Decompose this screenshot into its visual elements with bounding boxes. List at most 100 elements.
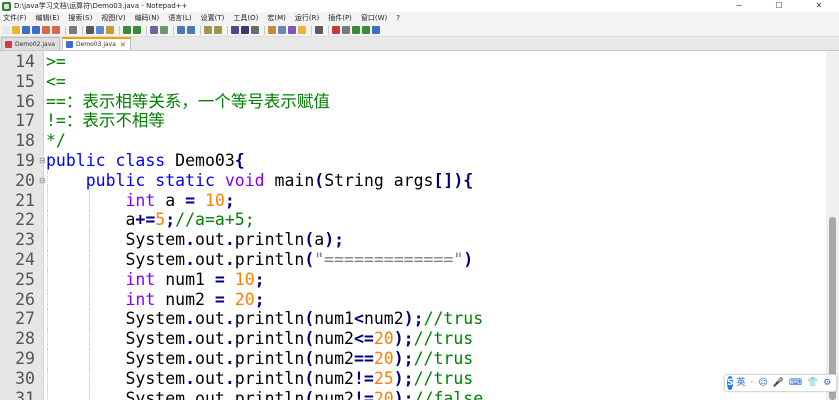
- ime-item-2[interactable]: ☺: [758, 374, 767, 392]
- zoom-in-icon[interactable]: [177, 26, 185, 34]
- new-file-icon[interactable]: [2, 26, 10, 34]
- code-token: //a=a+5;: [175, 210, 255, 230]
- ime-item-5[interactable]: 👕: [807, 374, 818, 392]
- indent-guide: [89, 230, 91, 250]
- close-icon[interactable]: [42, 26, 50, 34]
- code-token: 5: [155, 210, 166, 230]
- run-macro-multiple-icon[interactable]: [362, 26, 370, 34]
- code-token: out: [195, 349, 225, 368]
- code-token: class: [115, 151, 166, 170]
- redo-icon[interactable]: [133, 26, 141, 34]
- minimize-button[interactable]: ─: [719, 0, 759, 12]
- menu-item-10[interactable]: 插件(P): [328, 12, 352, 24]
- code-token: out: [195, 368, 225, 388]
- code-token: System: [46, 368, 186, 388]
- menu-item-0[interactable]: 文件(F): [3, 12, 27, 24]
- toolbar-separator: [146, 25, 147, 35]
- code-token: );: [393, 349, 414, 368]
- fold-marker-icon[interactable]: ⊟: [39, 151, 46, 171]
- menu-item-9[interactable]: 运行(R): [295, 12, 319, 24]
- code-token: ;: [165, 210, 176, 230]
- sogou-ime-logo-icon[interactable]: S: [727, 376, 734, 390]
- copy-icon[interactable]: [96, 26, 104, 34]
- ime-item-0[interactable]: 英: [736, 374, 745, 392]
- code-token: public: [46, 151, 106, 170]
- function-list-icon[interactable]: [288, 26, 296, 34]
- ime-item-4[interactable]: ⌨: [789, 374, 802, 392]
- menu-item-2[interactable]: 搜索(S): [68, 12, 92, 24]
- undo-icon[interactable]: [123, 26, 131, 34]
- fold-marker-icon[interactable]: ⊟: [39, 171, 46, 191]
- menu-item-12[interactable]: ?: [396, 12, 400, 24]
- indent-guide: [89, 289, 91, 310]
- udl-icon[interactable]: [268, 26, 276, 34]
- indent-guide-icon[interactable]: [251, 26, 259, 34]
- close-all-icon[interactable]: [52, 26, 60, 34]
- vertical-scrollbar[interactable]: [826, 51, 839, 400]
- record-macro-icon[interactable]: [332, 26, 340, 34]
- cut-icon[interactable]: [86, 26, 94, 34]
- maximize-button[interactable]: ☐: [759, 0, 799, 12]
- paste-icon[interactable]: [106, 26, 114, 34]
- wrap-icon[interactable]: [231, 26, 239, 34]
- doc-map-icon[interactable]: [278, 26, 286, 34]
- menu-item-6[interactable]: 设置(T): [201, 12, 225, 24]
- menu-item-11[interactable]: 窗口(W): [361, 12, 387, 24]
- play-macro-icon[interactable]: [352, 26, 360, 34]
- sync-h-icon[interactable]: [214, 26, 222, 34]
- indent-guide: [47, 309, 48, 330]
- line-number: 20: [15, 170, 35, 190]
- toolbar-separator: [264, 25, 265, 35]
- tab-close-icon[interactable]: ✕: [120, 41, 126, 49]
- menu-item-5[interactable]: 语言(L): [168, 12, 191, 24]
- ime-item-1[interactable]: ·: [751, 374, 754, 392]
- tab-0[interactable]: Demo02.java: [1, 37, 60, 50]
- code-token: ==: [354, 349, 374, 368]
- close-window-button[interactable]: ✕: [799, 0, 839, 12]
- tab-1[interactable]: Demo03.java ✕: [61, 37, 131, 50]
- save-all-icon[interactable]: [32, 26, 40, 34]
- zoom-out-icon[interactable]: [187, 26, 195, 34]
- code-token: );: [393, 388, 414, 400]
- code-area[interactable]: >= <= ==：表示相等关系，一个等号表示赋值 !=：表示不相等 */public c…: [46, 51, 826, 400]
- open-file-icon[interactable]: [12, 26, 20, 34]
- code-token: (: [304, 388, 315, 400]
- menu-item-7[interactable]: 工具(O): [233, 12, 258, 24]
- menu-item-3[interactable]: 视图(V): [101, 12, 125, 24]
- ime-toolbar[interactable]: S 英 · ☺ 🎤 ⌨ 👕 ⚙: [724, 374, 837, 392]
- code-token: num2: [314, 349, 354, 368]
- indent-guide: [89, 190, 91, 211]
- print-icon[interactable]: [69, 26, 77, 34]
- save-macro-icon[interactable]: [372, 26, 380, 34]
- code-token: );: [324, 230, 345, 250]
- monitor-icon[interactable]: [315, 26, 323, 34]
- menu-item-1[interactable]: 编辑(E): [36, 12, 60, 24]
- stop-record-icon[interactable]: [342, 26, 350, 34]
- line-number: 26: [15, 289, 35, 309]
- line-number: 16: [15, 91, 35, 111]
- scrollbar-thumb[interactable]: [829, 217, 836, 400]
- code-token: println: [234, 230, 305, 250]
- menu-item-8[interactable]: 宏(M): [267, 12, 286, 24]
- code-token: (: [304, 230, 315, 250]
- code-token: //trus: [413, 329, 474, 349]
- code-token: ;: [254, 269, 265, 289]
- code-line: int num1 = 10;: [46, 269, 265, 290]
- code-token: !=：表示不相等: [46, 111, 165, 131]
- indent-guide: [89, 250, 91, 270]
- save-icon[interactable]: [22, 26, 30, 34]
- code-line: public static void main(String args[]){: [46, 171, 473, 191]
- code-token: !=: [354, 388, 374, 400]
- menu-item-4[interactable]: 编码(N): [135, 12, 160, 24]
- code-token: num2: [314, 329, 354, 349]
- find-icon[interactable]: [150, 26, 158, 34]
- code-token: "=============": [314, 250, 464, 269]
- code-token: 10: [234, 269, 255, 289]
- replace-icon[interactable]: [160, 26, 168, 34]
- all-chars-icon[interactable]: [241, 26, 249, 34]
- ime-item-3[interactable]: 🎤: [773, 374, 784, 392]
- sync-v-icon[interactable]: [204, 26, 212, 34]
- ime-item-6[interactable]: ⚙: [823, 374, 831, 392]
- folder-workspace-icon[interactable]: [298, 26, 306, 34]
